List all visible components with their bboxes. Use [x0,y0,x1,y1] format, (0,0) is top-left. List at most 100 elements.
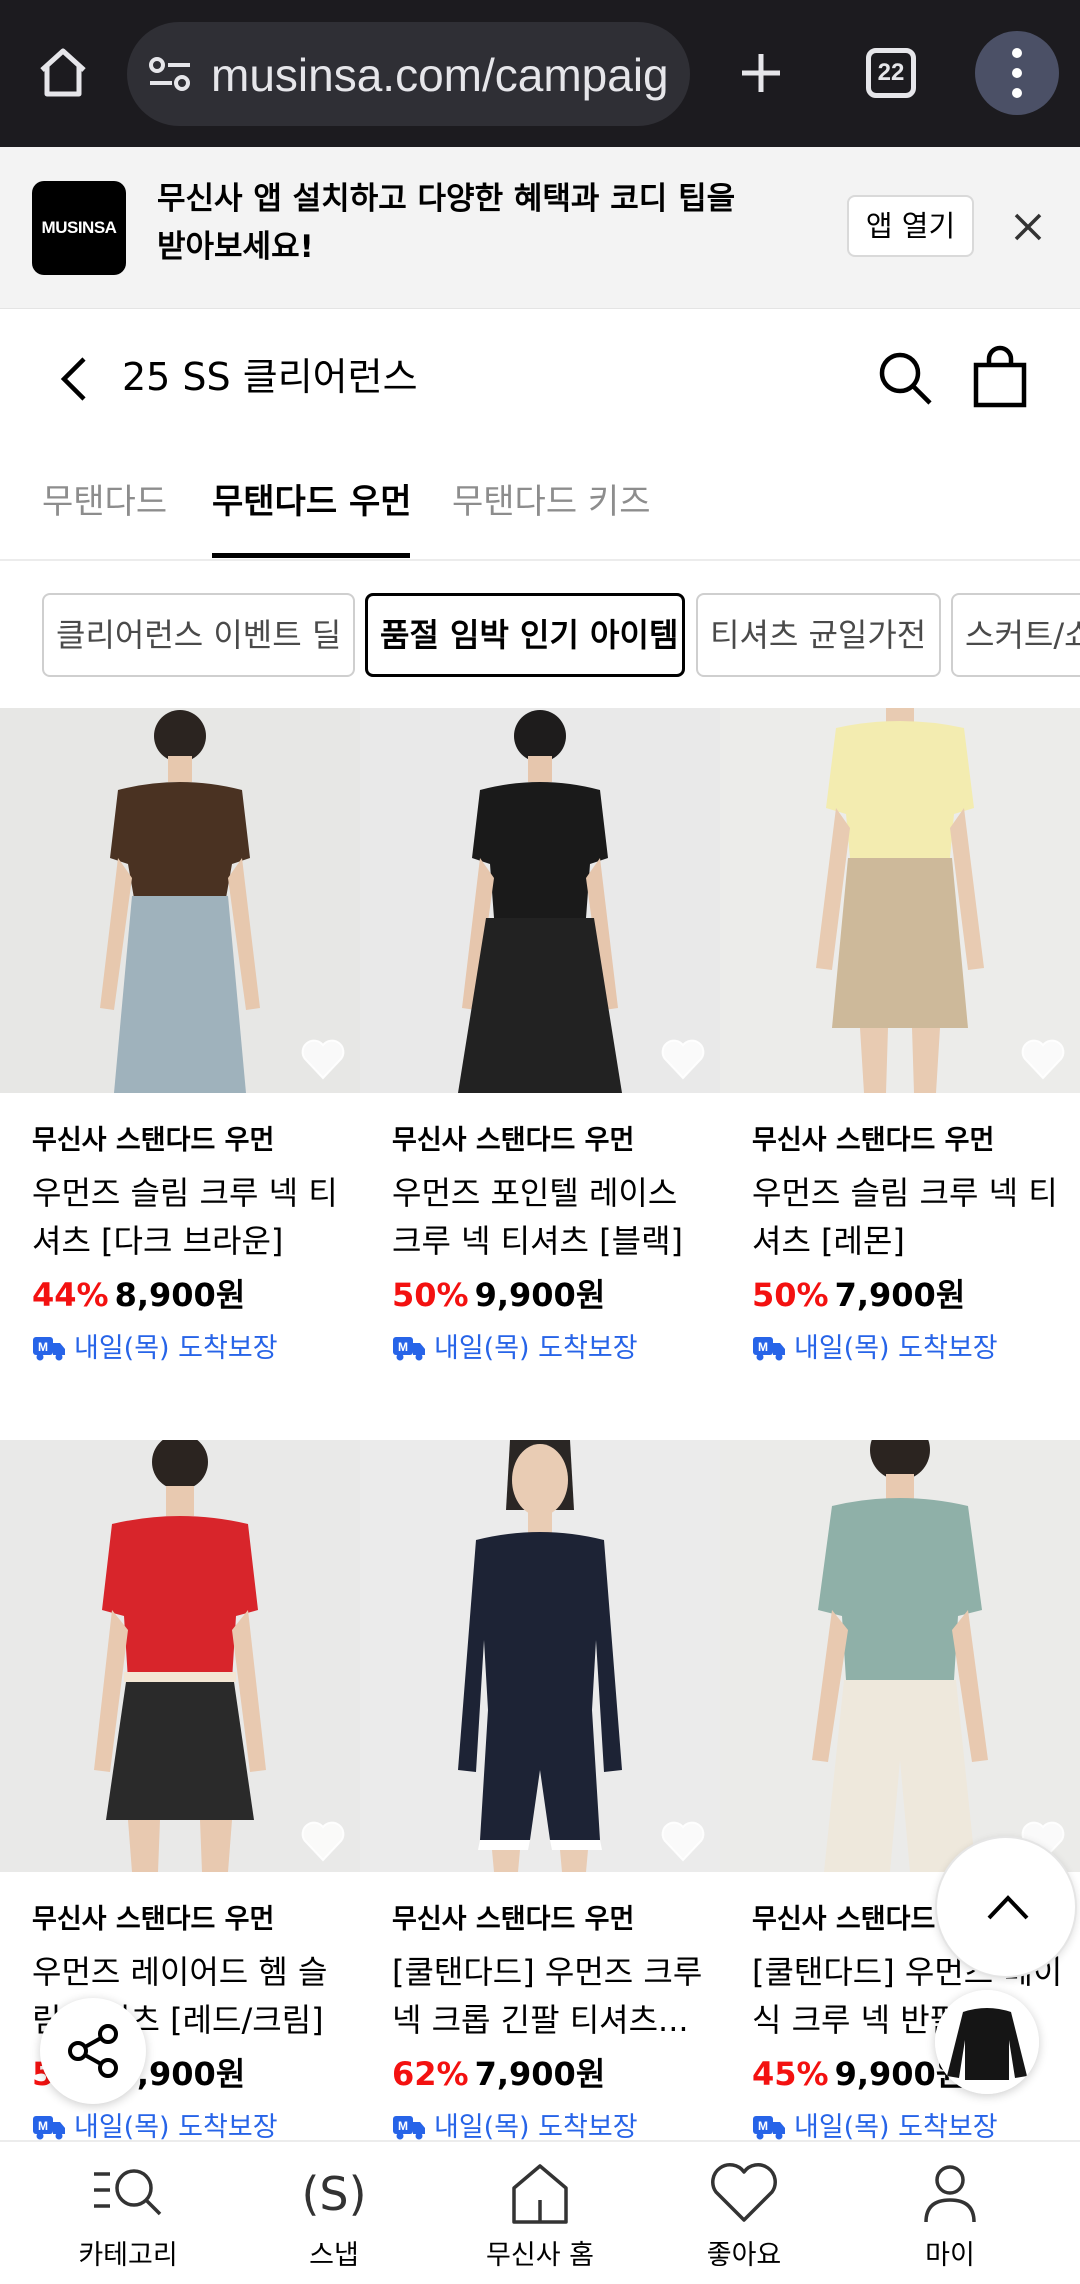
page-header: 25 SS 클리어런스 [0,309,1080,449]
share-icon [68,2024,118,2078]
product-name[interactable]: 우먼즈 포인텔 레이스 크루 넥 티셔츠 [블랙] [392,1169,708,1265]
like-heart-icon[interactable] [300,1038,346,1080]
delivery-truck-icon: M [753,2116,785,2140]
nav-snap[interactable]: (S) 스냅 [226,2142,442,2284]
person-icon [924,2165,976,2223]
product-name[interactable]: 우먼즈 슬림 크루 넥 티셔츠 [레몬] [752,1169,1068,1265]
delivery-guarantee: M 내일(목) 도착보장 [32,2108,348,2140]
product-info: 무신사 스탠다드 우먼 우먼즈 포인텔 레이스 크루 넥 티셔츠 [블랙] 50… [392,1121,708,1369]
product-image[interactable] [360,1440,720,1872]
delivery-guarantee: M 내일(목) 도착보장 [32,1329,348,1369]
sale-price: 9,900원 [474,1276,606,1314]
delivery-guarantee: M 내일(목) 도착보장 [392,1329,708,1369]
open-app-button[interactable]: 앱 열기 [847,195,974,257]
banner-message: 무신사 앱 설치하고 다양한 혜택과 코디 팁을 받아보세요! [157,181,736,265]
svg-text:M: M [758,2119,768,2133]
product-info: 무신사 스탠다드 우먼 우먼즈 슬림 크루 넥 티셔츠 [다크 브라운] 44%… [32,1121,348,1369]
bottom-shape [106,1682,254,1820]
price-row: 50%9,900원 [392,1271,708,1319]
address-bar[interactable]: musinsa.com/campaign [127,22,690,126]
back-arrow-icon[interactable] [54,351,94,407]
like-heart-icon[interactable] [660,1820,706,1862]
recent-product-button[interactable] [935,1990,1039,2094]
search-icon[interactable] [876,349,934,407]
more-menu-button[interactable] [975,31,1059,115]
model-photo [0,708,360,1093]
tab-mutandard-woman[interactable]: 무탠다드 우먼 [212,477,412,527]
chip-almost-sold-out[interactable]: 품절 임박 인기 아이템 [365,593,685,677]
model-photo [360,1440,720,1872]
product-name[interactable]: [쿨탠다드] 우먼즈 크루 넥 크롭 긴팔 티셔츠... [392,1948,708,2044]
home-icon [512,2164,568,2224]
product-image[interactable] [720,708,1080,1093]
chip-skirt-shorts[interactable]: 스커트/쇼츠 [951,593,1080,677]
site-settings-icon[interactable] [148,56,192,92]
sale-price: 8,900원 [114,1276,246,1314]
bottom-shape [832,858,968,1028]
tab-mutandard[interactable]: 무탠다드 [42,477,167,527]
product-image[interactable] [720,1440,1080,1872]
category-tabs: 무탠다드 무탠다드 우먼 무탠다드 키즈 [0,449,1080,561]
delivery-truck-icon: M [393,2116,425,2140]
like-heart-icon[interactable] [660,1038,706,1080]
tab-mutandard-kids[interactable]: 무탠다드 키즈 [452,477,651,527]
sale-price: 7,900원 [834,1276,966,1314]
product-image[interactable] [0,708,360,1093]
price-row: 50% 7,900원 [752,1271,1068,1319]
share-button[interactable] [40,1998,146,2104]
svg-text:(S): (S) [301,2167,366,2221]
product-brand: 무신사 스탠다드 우먼 [32,1125,275,1156]
delivery-truck-icon: M [393,1337,425,1361]
price-row: 44% 8,900원 [32,1271,348,1319]
delivery-truck-icon: M [753,1337,785,1361]
app-install-banner: MUSINSA 무신사 앱 설치하고 다양한 혜택과 코디 팁을 받아보세요! … [0,147,1080,309]
musinsa-logo: MUSINSA [32,181,126,275]
tab-switcher-button[interactable]: 22 [866,48,916,98]
menu-dot [1012,48,1022,58]
model-photo [720,1440,1080,1872]
new-tab-icon[interactable] [728,40,794,106]
chevron-up-icon [987,1895,1029,1920]
nav-my[interactable]: 마이 [842,2142,1058,2284]
category-search-icon [94,2169,162,2216]
model-photo [0,1440,360,1872]
shopping-bag-icon[interactable] [970,345,1030,409]
product-brand: 무신사 스탠다드 우먼 [752,1125,995,1156]
menu-dot [1012,88,1022,98]
like-heart-icon[interactable] [300,1820,346,1862]
delivery-truck-icon: M [33,2116,65,2140]
chip-tshirt-flat-price[interactable]: 티셔츠 균일가전 [696,593,941,677]
url-text[interactable]: musinsa.com/campaign [211,48,671,102]
price-row: 62% 7,900원 [392,2050,708,2098]
product-image[interactable] [360,708,720,1093]
nav-likes[interactable]: 좋아요 [636,2142,852,2284]
svg-text:M: M [398,1340,408,1354]
product-brand: 무신사 스탠다드 우먼 [32,1904,275,1935]
chip-clearance-event-deal[interactable]: 클리어런스 이벤트 딜 [42,593,355,677]
product-brand: 무신사 스탠다드 우먼 [392,1904,635,1935]
browser-toolbar: musinsa.com/campaign 22 [0,0,1080,147]
delivery-truck-icon: M [33,1337,65,1361]
delivery-guarantee: M 내일(목) 도착보장 [752,2108,1068,2140]
like-heart-icon[interactable] [1020,1038,1066,1080]
active-tab-indicator [212,553,410,558]
delivery-guarantee: M 내일(목) 도착보장 [752,1329,1068,1369]
discount-rate: 62% [392,2055,469,2093]
home-icon[interactable] [30,40,96,106]
svg-text:M: M [38,1340,48,1354]
close-icon[interactable] [1008,207,1048,247]
menu-dot [1012,68,1022,78]
page-title: 25 SS 클리어런스 [122,355,418,399]
product-info: 무신사 스탠다드 우먼 [쿨탠다드] 우먼즈 크루 넥 크롭 긴팔 티셔츠...… [392,1900,708,2140]
sale-price: 7,900원 [474,2055,606,2093]
product-image[interactable] [0,1440,360,1872]
scroll-to-top-button[interactable] [935,1836,1077,1978]
filter-chips: 클리어런스 이벤트 딜 품절 임박 인기 아이템 티셔츠 균일가전 스커트/쇼츠 [0,593,1080,677]
delivery-guarantee: M 내일(목) 도착보장 [392,2108,708,2140]
heart-icon [711,2163,777,2222]
nav-musinsa-home[interactable]: 무신사 홈 [432,2142,648,2284]
product-name[interactable]: 우먼즈 슬림 크루 넥 티셔츠 [다크 브라운] [32,1169,348,1265]
product-brand: 무신사 스탠다드 우먼 [392,1125,635,1156]
nav-category[interactable]: 카테고리 [20,2142,236,2284]
model-photo [360,708,720,1093]
